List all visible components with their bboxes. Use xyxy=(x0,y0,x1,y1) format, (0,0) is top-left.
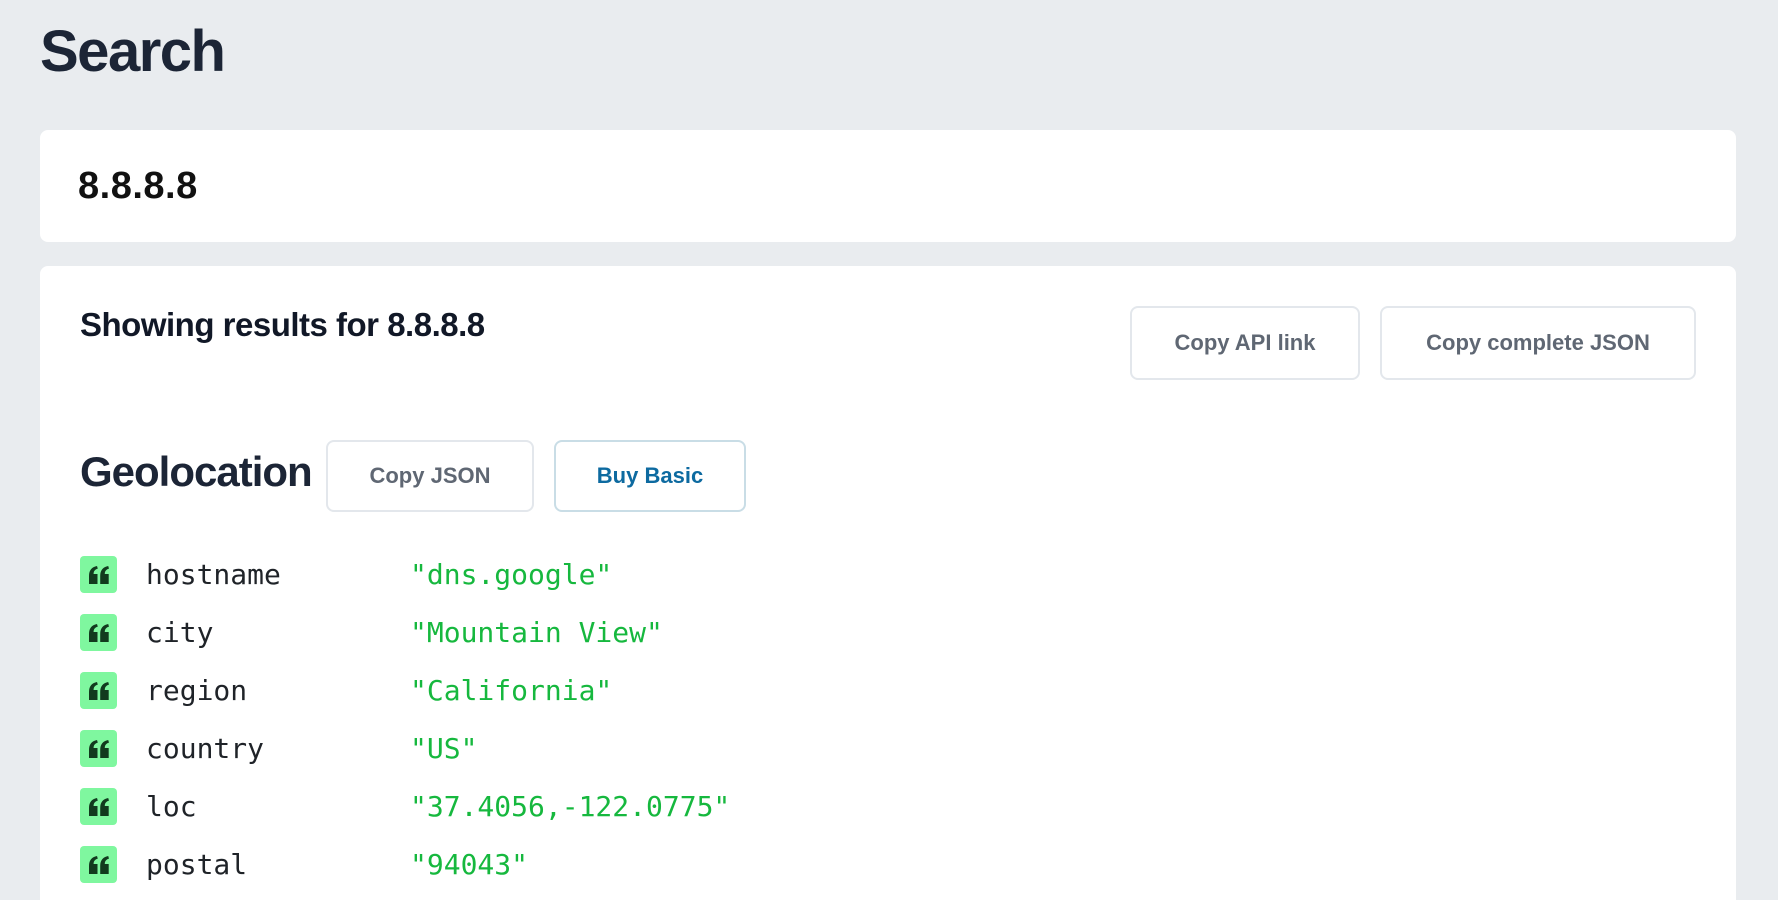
field-value: "94043" xyxy=(410,848,529,881)
field-key: postal xyxy=(146,848,248,881)
page-title: Search xyxy=(40,19,226,84)
field-key: city xyxy=(146,616,214,649)
field-value: "US" xyxy=(410,732,478,765)
field-key: loc xyxy=(146,790,197,823)
quote-icon xyxy=(80,846,117,883)
field-row-postal: postal "94043" xyxy=(80,846,980,900)
copy-complete-json-button[interactable]: Copy complete JSON xyxy=(1380,306,1696,380)
field-row-region: region "California" xyxy=(80,672,980,730)
page: Search Showing results for 8.8.8.8 Copy … xyxy=(0,0,1778,900)
results-heading: Showing results for 8.8.8.8 xyxy=(80,306,485,343)
copy-api-link-button[interactable]: Copy API link xyxy=(1130,306,1360,380)
quote-icon xyxy=(80,556,117,593)
results-card: Showing results for 8.8.8.8 Copy API lin… xyxy=(40,266,1736,900)
field-value: "dns.google" xyxy=(410,558,613,591)
buy-basic-button[interactable]: Buy Basic xyxy=(554,440,746,512)
search-box xyxy=(40,130,1736,242)
search-input[interactable] xyxy=(76,163,1736,209)
field-row-hostname: hostname "dns.google" xyxy=(80,556,980,614)
quote-icon xyxy=(80,788,117,825)
geolocation-title: Geolocation xyxy=(80,448,313,495)
field-value: "Mountain View" xyxy=(410,616,663,649)
field-row-city: city "Mountain View" xyxy=(80,614,980,672)
field-key: region xyxy=(146,674,248,707)
quote-icon xyxy=(80,672,117,709)
field-value: "California" xyxy=(410,674,613,707)
geolocation-fields: hostname "dns.google" city "Mountain Vie… xyxy=(80,556,980,900)
copy-json-button[interactable]: Copy JSON xyxy=(326,440,534,512)
field-row-loc: loc "37.4056,-122.0775" xyxy=(80,788,980,846)
field-value: "37.4056,-122.0775" xyxy=(410,790,731,823)
quote-icon xyxy=(80,730,117,767)
field-key: country xyxy=(146,732,265,765)
field-row-country: country "US" xyxy=(80,730,980,788)
field-key: hostname xyxy=(146,558,281,591)
quote-icon xyxy=(80,614,117,651)
